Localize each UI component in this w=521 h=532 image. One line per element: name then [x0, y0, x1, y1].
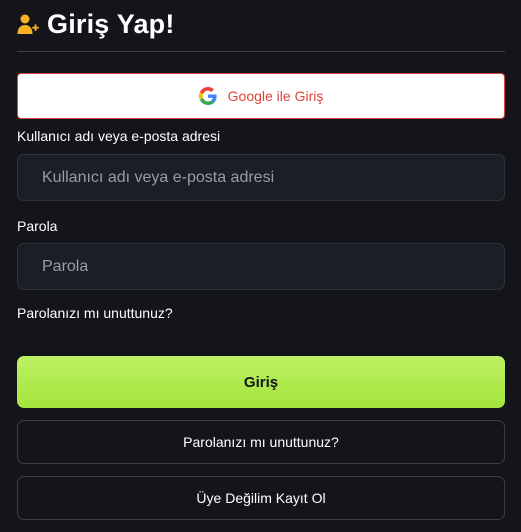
user-plus-icon [17, 14, 39, 34]
register-button[interactable]: Üye Değilim Kayıt Ol [17, 476, 505, 520]
login-page: Giriş Yap! Google ile Giriş Kullanıcı ad… [0, 0, 521, 532]
google-icon [198, 87, 217, 105]
login-button[interactable]: Giriş [17, 356, 505, 408]
header-divider [17, 51, 505, 52]
google-login-button[interactable]: Google ile Giriş [17, 73, 505, 119]
forgot-password-button[interactable]: Parolanızı mı unuttunuz? [17, 420, 505, 464]
password-input[interactable] [17, 243, 505, 290]
page-title: Giriş Yap! [47, 8, 175, 39]
google-login-label: Google ile Giriş [227, 88, 324, 104]
login-header: Giriş Yap! [17, 7, 175, 41]
forgot-password-link[interactable]: Parolanızı mı unuttunuz? [17, 305, 173, 321]
username-label: Kullanıcı adı veya e-posta adresi [17, 128, 221, 144]
username-input[interactable] [17, 154, 505, 201]
password-label: Parola [17, 218, 58, 234]
